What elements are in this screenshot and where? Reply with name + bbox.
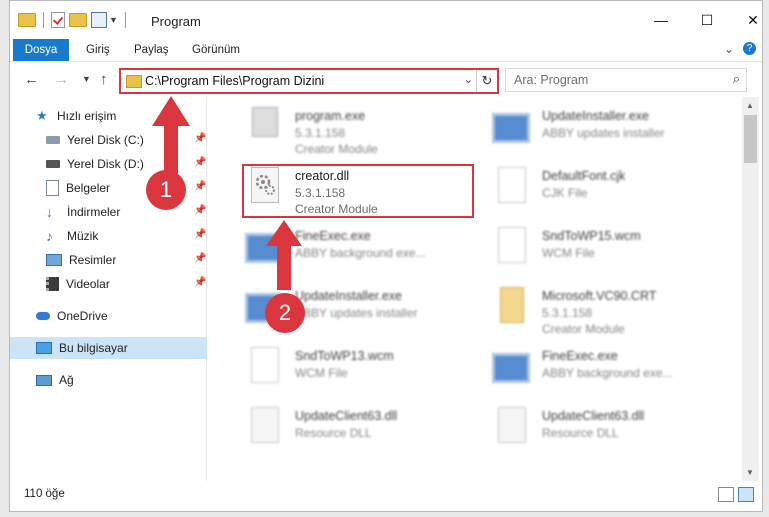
up-arrow-icon[interactable]: ↑ <box>100 71 108 88</box>
refresh-icon[interactable]: ↻ <box>476 70 497 92</box>
expand-ribbon-icon[interactable]: ⌄ <box>724 42 734 56</box>
large-icons-view-icon[interactable] <box>738 487 754 502</box>
details-view-icon[interactable] <box>718 487 734 502</box>
file-item[interactable]: FineExec.exe ABBY background exe... <box>245 225 480 279</box>
file-item[interactable]: DefaultFont.cjk CJK File <box>492 165 727 219</box>
file-item[interactable]: SndToWP15.wcm WCM File <box>492 225 727 279</box>
title-bar: ▼ Program — ☐ ✕ <box>10 1 762 39</box>
pin-icon[interactable]: 📌 <box>194 133 206 144</box>
address-bar[interactable]: C:\Program Files\Program Dizini ⌄ ↻ <box>119 68 499 94</box>
quick-access-toolbar: ▼ <box>18 12 129 28</box>
customize-icon[interactable] <box>91 12 107 28</box>
navigation-pane: ★ Hızlı erişim Yerel Disk (C:) 📌 Yerel D… <box>10 97 232 481</box>
computer-icon <box>36 342 52 354</box>
document-icon <box>498 227 526 263</box>
exe-icon <box>252 107 278 137</box>
tab-home[interactable]: Giriş <box>86 39 110 61</box>
sidebar-item-network[interactable]: Ağ <box>10 369 232 391</box>
document-icon <box>251 347 279 383</box>
sidebar-item-quick-access[interactable]: ★ Hızlı erişim <box>10 105 232 127</box>
help-icon[interactable]: ? <box>743 42 756 55</box>
properties-check-icon[interactable] <box>51 12 65 28</box>
item-count: 110 öğe <box>24 488 65 500</box>
tab-view[interactable]: Görünüm <box>192 39 240 61</box>
dll-icon <box>498 407 526 443</box>
search-icon[interactable]: ⌕ <box>733 71 740 87</box>
window-title: Program <box>151 14 201 29</box>
chevron-down-icon[interactable]: ▼ <box>109 15 118 25</box>
ribbon-tabs: Dosya Giriş Paylaş Görünüm ⌄ ? <box>10 39 762 61</box>
download-icon: ↓ <box>46 204 53 220</box>
tab-file[interactable]: Dosya <box>13 39 69 61</box>
music-icon: ♪ <box>46 228 53 244</box>
navigation-bar: ← → ▼ ↑ C:\Program Files\Program Dizini … <box>10 61 762 98</box>
pin-icon[interactable]: 📌 <box>194 157 206 168</box>
vertical-scrollbar[interactable]: ▲ ▼ <box>742 97 759 481</box>
file-item[interactable]: SndToWP13.wcm WCM File <box>245 345 480 399</box>
app-icon <box>492 113 530 143</box>
highlight-box <box>242 164 474 218</box>
tab-share[interactable]: Paylaş <box>134 39 169 61</box>
search-input[interactable]: Ara: Program ⌕ <box>505 68 747 92</box>
star-icon: ★ <box>36 108 48 123</box>
pin-icon[interactable]: 📌 <box>194 205 206 216</box>
drive-icon <box>46 160 60 168</box>
pin-icon[interactable]: 📌 <box>194 181 206 192</box>
drive-icon <box>46 136 60 144</box>
app-icon <box>245 233 283 263</box>
scroll-up-icon[interactable]: ▲ <box>746 101 754 110</box>
document-icon <box>498 167 526 203</box>
pin-icon[interactable]: 📌 <box>194 229 206 240</box>
explorer-window: ▼ Program — ☐ ✕ Dosya Giriş Paylaş Görün… <box>9 0 763 512</box>
sidebar-item-this-pc[interactable]: Bu bilgisayar <box>10 337 232 359</box>
folder-icon <box>126 75 142 88</box>
scroll-down-icon[interactable]: ▼ <box>746 468 754 477</box>
dll-icon <box>251 407 279 443</box>
address-path[interactable]: C:\Program Files\Program Dizini <box>145 74 324 88</box>
minimize-button[interactable]: — <box>638 1 684 39</box>
close-button[interactable]: ✕ <box>730 1 762 39</box>
videos-icon <box>46 277 59 291</box>
zip-icon <box>500 287 524 323</box>
forward-arrow-icon[interactable]: → <box>54 71 69 88</box>
file-item[interactable]: FineExec.exe ABBY background exe... <box>492 345 727 399</box>
file-item[interactable]: UpdateClient63.dll Resource DLL <box>245 405 480 459</box>
status-bar: 110 öğe <box>10 481 762 511</box>
chevron-down-icon[interactable]: ⌄ <box>464 73 473 86</box>
toolbar-divider <box>124 12 126 28</box>
back-arrow-icon[interactable]: ← <box>24 71 39 88</box>
scrollbar-thumb[interactable] <box>744 115 757 163</box>
file-item[interactable]: Microsoft.VC90.CRT 5.3.1.158 Creator Mod… <box>492 285 727 339</box>
file-item[interactable]: program.exe 5.3.1.158 Creator Module <box>245 105 480 159</box>
step-badge-1: 1 <box>146 170 186 210</box>
toolbar-divider <box>43 12 44 28</box>
sidebar-item-onedrive[interactable]: OneDrive <box>10 305 232 327</box>
pin-icon[interactable]: 📌 <box>194 277 206 288</box>
search-placeholder: Ara: Program <box>514 73 589 87</box>
cloud-icon <box>36 312 50 320</box>
folder-icon <box>18 13 36 27</box>
file-list: program.exe 5.3.1.158 Creator Module Upd… <box>207 97 742 481</box>
documents-icon <box>46 180 59 196</box>
file-item[interactable]: UpdateInstaller.exe ABBY updates install… <box>492 105 727 159</box>
file-item[interactable]: UpdateClient63.dll Resource DLL <box>492 405 727 459</box>
maximize-button[interactable]: ☐ <box>684 1 730 39</box>
network-icon <box>36 374 52 386</box>
pictures-icon <box>46 254 62 266</box>
new-folder-icon[interactable] <box>69 13 87 27</box>
step-badge-2: 2 <box>265 293 305 333</box>
pin-icon[interactable]: 📌 <box>194 253 206 264</box>
app-icon <box>492 353 530 383</box>
recent-locations-chevron-icon[interactable]: ▼ <box>82 74 91 84</box>
